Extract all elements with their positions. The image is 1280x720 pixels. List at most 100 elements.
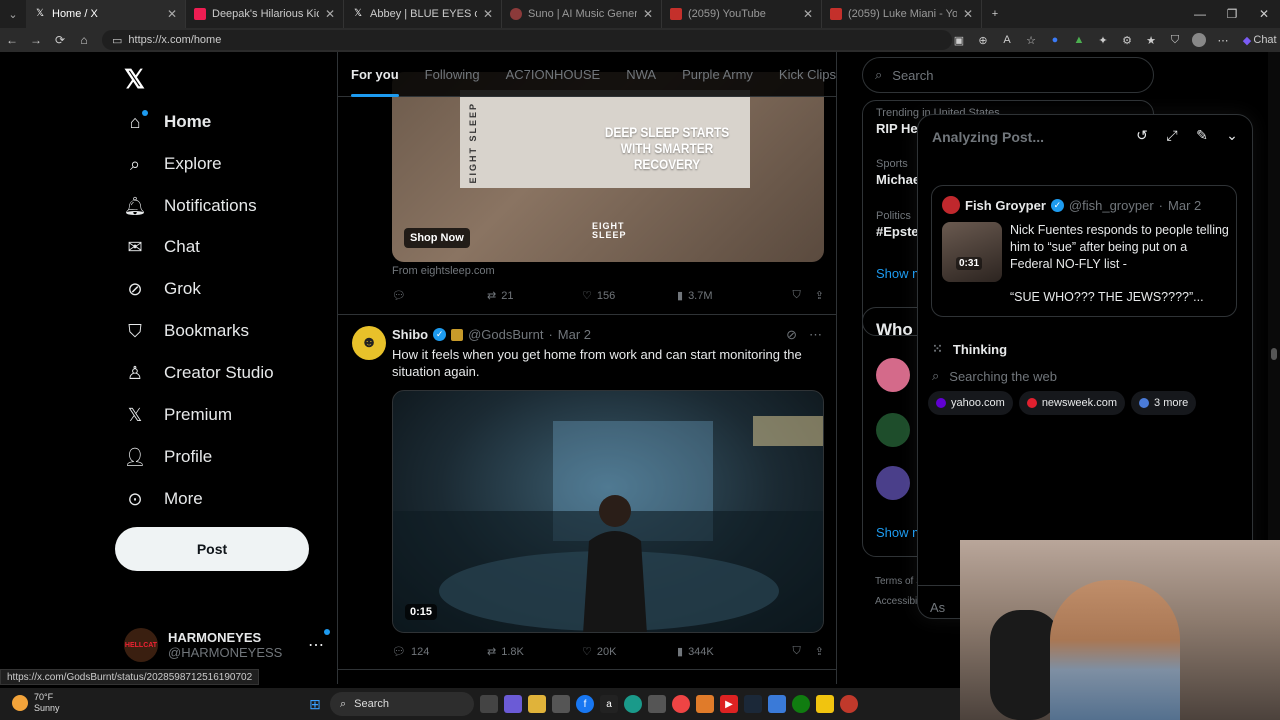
author-handle[interactable]: @GodsBurnt — [468, 327, 543, 342]
browser-essentials-icon[interactable]: ⛉ — [1168, 33, 1182, 47]
share-icon[interactable]: ⇪ — [815, 289, 824, 302]
history-icon[interactable]: ↺ — [1134, 127, 1150, 143]
nav-bookmarks[interactable]: ⛉ Bookmarks — [124, 316, 249, 346]
refresh-icon[interactable]: ⟳ — [48, 28, 72, 52]
close-icon[interactable]: ✕ — [963, 7, 973, 21]
taskbar-search[interactable]: ⌕ Search — [330, 692, 474, 716]
split-screen-icon[interactable]: ⚙ — [1120, 33, 1134, 47]
new-tab-button[interactable]: + — [982, 0, 1008, 28]
app-icon[interactable] — [840, 695, 858, 713]
trend-item[interactable]: Politics #Epste — [876, 210, 919, 239]
forward-icon[interactable]: → — [24, 28, 48, 52]
footer-accessibility-link[interactable]: Accessibil — [875, 592, 923, 612]
tab-nwa[interactable]: NWA — [613, 52, 669, 97]
x-logo-icon[interactable]: 𝕏 — [124, 64, 145, 95]
calculator-icon[interactable] — [648, 695, 666, 713]
youtube-icon[interactable]: ▶ — [720, 695, 738, 713]
close-icon[interactable]: ✕ — [167, 7, 177, 21]
ad-source[interactable]: From eightsleep.com — [392, 265, 495, 277]
task-view-icon[interactable] — [480, 695, 498, 713]
views-button[interactable]: ▮ 3.7M — [677, 289, 772, 303]
nav-profile[interactable]: 👤︎ Profile — [124, 442, 213, 472]
address-bar[interactable]: ▭ https://x.com/home — [102, 30, 952, 50]
reply-button[interactable]: 💬︎ — [392, 289, 487, 302]
settings-more-icon[interactable]: ⋯ — [1216, 33, 1230, 47]
restore-icon[interactable]: ❐ — [1216, 0, 1248, 28]
tab-actions-icon[interactable]: ⌄ — [0, 0, 26, 28]
close-window-icon[interactable]: ✕ — [1248, 0, 1280, 28]
app-icon[interactable] — [768, 695, 786, 713]
tweet-date[interactable]: Mar 2 — [558, 327, 591, 342]
source-chip[interactable]: newsweek.com — [1018, 391, 1126, 415]
avatar[interactable] — [876, 358, 910, 392]
steam-icon[interactable] — [744, 695, 762, 713]
back-icon[interactable]: ← — [0, 28, 24, 52]
browser-tab-kick[interactable]: Deepak's Hilarious Kick Streaming ✕ — [186, 0, 344, 28]
zoom-icon[interactable]: ⊕ — [976, 33, 990, 47]
close-icon[interactable]: ✕ — [325, 7, 335, 21]
nav-chat[interactable]: ✉ Chat — [124, 232, 199, 262]
shop-now-button[interactable]: Shop Now — [404, 228, 470, 248]
grok-icon[interactable]: ⊘ — [786, 327, 797, 343]
extension-icon[interactable]: ▲ — [1072, 33, 1086, 47]
extensions-icon[interactable]: ✦ — [1096, 33, 1110, 47]
expand-icon[interactable]: ⤢ — [1164, 127, 1180, 143]
quoted-post[interactable]: Fish Groyper ✓ @fish_groyper · Mar 2 0:3… — [931, 185, 1237, 317]
favorite-star-icon[interactable]: ☆ — [1024, 33, 1038, 47]
sticky-notes-icon[interactable] — [816, 695, 834, 713]
bookmark-icon[interactable]: ⛉ — [793, 289, 801, 302]
source-chip[interactable]: yahoo.com — [928, 391, 1013, 415]
avatar[interactable] — [876, 413, 910, 447]
search-input[interactable]: ⌕ Search — [862, 57, 1154, 93]
facebook-icon[interactable]: f — [576, 695, 594, 713]
copilot-icon[interactable] — [504, 695, 522, 713]
nav-more[interactable]: ⊙ More — [124, 484, 202, 514]
browser-tab-abbey[interactable]: 𝕏 Abbey | BLUE EYES on X: "The Pizz ✕ — [344, 0, 502, 28]
nav-notifications[interactable]: 🔔︎ Notifications — [124, 191, 257, 221]
chrome-icon[interactable] — [672, 695, 690, 713]
amazon-icon[interactable]: a — [600, 695, 618, 713]
close-icon[interactable]: ✕ — [483, 7, 493, 21]
new-chat-icon[interactable]: ✎ — [1194, 127, 1210, 143]
author-name[interactable]: Shibo — [392, 327, 428, 342]
footer-terms-link[interactable]: Terms of S — [875, 572, 923, 592]
browser-tab-youtube[interactable]: (2059) YouTube ✕ — [662, 0, 822, 28]
close-icon[interactable]: ✕ — [803, 7, 813, 21]
video-player[interactable]: 0:15 — [392, 390, 824, 633]
tab-purple-army[interactable]: Purple Army — [669, 52, 766, 97]
browser-tab-home[interactable]: 𝕏 Home / X ✕ — [26, 0, 186, 28]
show-more-link[interactable]: Show m — [876, 266, 923, 281]
retweet-button[interactable]: ⇄ 1.8K — [487, 645, 582, 659]
site-info-icon[interactable]: ▭ — [112, 34, 122, 47]
nav-grok[interactable]: ⊘ Grok — [124, 274, 200, 304]
nav-explore[interactable]: ⌕ Explore — [124, 149, 222, 179]
home-icon[interactable]: ⌂ — [72, 28, 96, 52]
more-dots-icon[interactable]: ⋯ — [809, 327, 822, 343]
store-icon[interactable] — [552, 695, 570, 713]
copilot-button[interactable]: ◆ Chat — [1240, 33, 1277, 47]
read-aloud-icon[interactable]: A — [1000, 33, 1014, 47]
nav-creator-studio[interactable]: ♙ Creator Studio — [124, 358, 274, 388]
trend-item[interactable]: Sports Michae — [876, 158, 920, 187]
source-chip[interactable]: 3 more — [1131, 391, 1197, 415]
like-button[interactable]: ♡ 20K — [582, 645, 677, 659]
nav-premium[interactable]: 𝕏 Premium — [124, 400, 232, 430]
views-button[interactable]: ▮ 344K — [677, 645, 772, 659]
avatar[interactable] — [876, 466, 910, 500]
more-dots-icon[interactable]: ⋯ — [308, 629, 330, 655]
show-more-link[interactable]: Show m — [876, 525, 923, 540]
tab-ac7ionhouse[interactable]: AC7IONHOUSE — [493, 52, 614, 97]
account-switcher[interactable]: HELLCAT HARMONEYES @HARMONEYESS ⋯ — [124, 628, 330, 662]
favorites-icon[interactable]: ★ — [1144, 33, 1158, 47]
xbox-icon[interactable] — [792, 695, 810, 713]
avatar[interactable]: ☻ — [352, 326, 386, 360]
bookmark-icon[interactable]: ⛉ — [793, 645, 801, 658]
close-icon[interactable]: ✕ — [643, 7, 653, 21]
tab-following[interactable]: Following — [412, 52, 493, 97]
scrollbar-thumb[interactable] — [1271, 348, 1277, 360]
tab-for-you[interactable]: For you — [338, 52, 412, 97]
edge-icon[interactable] — [624, 695, 642, 713]
browser-tab-luke-miani[interactable]: (2059) Luke Miani - YouTube ✕ — [822, 0, 982, 28]
retweet-button[interactable]: ⇄ 21 — [487, 289, 582, 303]
file-explorer-icon[interactable] — [528, 695, 546, 713]
